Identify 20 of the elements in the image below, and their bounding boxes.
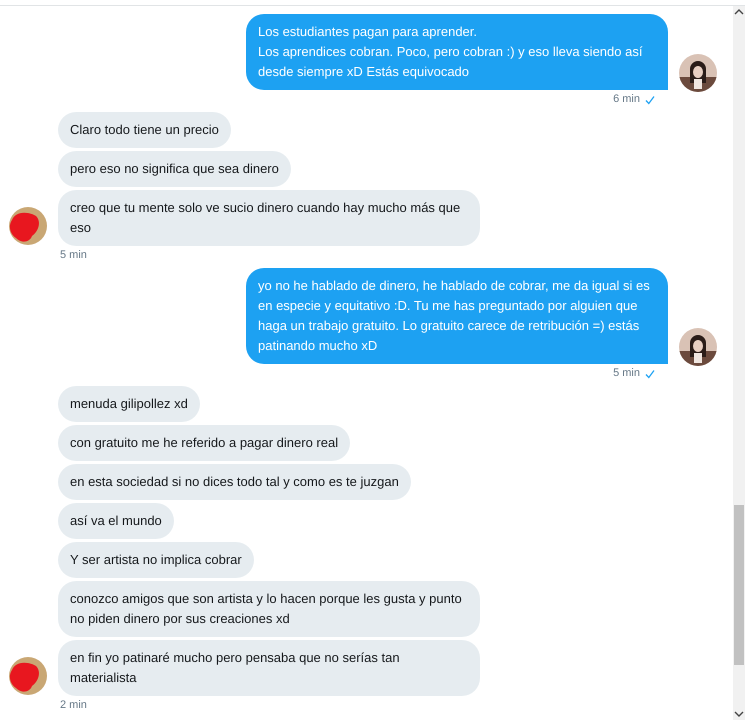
- message-bubble: Los estudiantes pagan para aprender. Los aprendices cobran. Poco, pero cobran :) y eso lleva siendo así desde siempre xD Estás equivocado: [246, 14, 668, 90]
- message-bubble: menuda gilipollez xd: [58, 386, 200, 422]
- message-bubble: con gratuito me he referido a pagar dinero real: [58, 425, 350, 461]
- timestamp: 2 min: [60, 699, 87, 712]
- scrollbar[interactable]: [733, 6, 745, 720]
- timestamp: 5 min: [613, 367, 640, 380]
- message-bubble: Claro todo tiene un precio: [58, 112, 231, 148]
- scrollbar-thumb[interactable]: [734, 505, 744, 665]
- message-bubble: Y ser artista no implica cobrar: [58, 542, 254, 578]
- message-bubble: yo no he hablado de dinero, he hablado de cobrar, me da igual si es en especie y equitativo :D. Tu me has preguntado por alguien que haga un trabajo gratuito. Lo gratuito carece de retribución =) estás patinando mucho xD: [246, 268, 668, 364]
- timestamp: 5 min: [60, 249, 87, 262]
- message-bubble: así va el mundo: [58, 503, 174, 539]
- message-bubble: pero eso no significa que sea dinero: [58, 151, 291, 187]
- timestamp: 6 min: [613, 93, 640, 106]
- scroll-up-icon[interactable]: [734, 9, 744, 15]
- message-bubble: conozco amigos que son artista y lo hacen porque les gusta y punto no piden dinero por sus creaciones xd: [58, 581, 480, 637]
- message-bubble: en fin yo patinaré mucho pero pensaba que no serías tan materialista: [58, 640, 480, 696]
- scroll-down-icon[interactable]: [734, 711, 744, 717]
- message-bubble: en esta sociedad si no dices todo tal y como es te juzgan: [58, 464, 411, 500]
- message-bubble: creo que tu mente solo ve sucio dinero cuando hay mucho más que eso: [58, 190, 480, 246]
